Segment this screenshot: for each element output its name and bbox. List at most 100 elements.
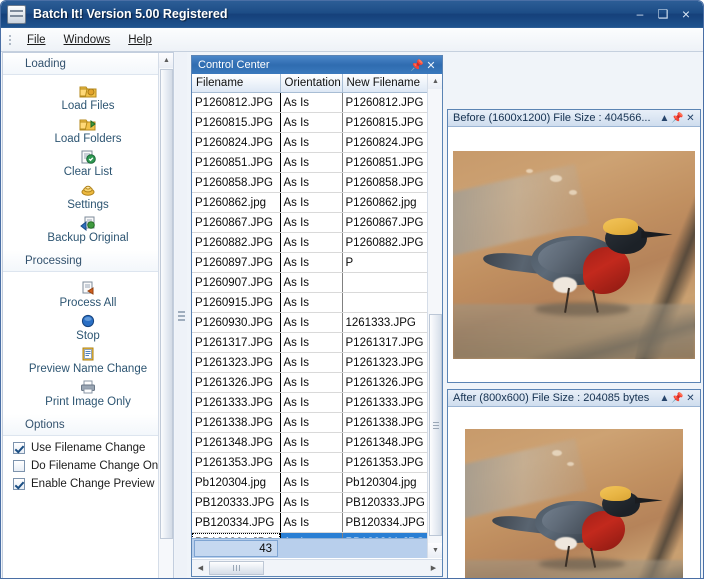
table-row[interactable]: P1261353.JPG As Is P1261353.JPG <box>192 452 428 473</box>
file-list-horizontal-scrollbar[interactable]: ◀ ▶ <box>192 559 442 576</box>
chevron-up-icon[interactable]: ▲ <box>658 113 671 124</box>
cell-new-filename[interactable]: P <box>342 252 428 273</box>
cell-orientation[interactable]: As Is <box>280 252 343 273</box>
cell-orientation[interactable]: As Is <box>280 312 343 333</box>
cell-orientation[interactable]: As Is <box>280 272 343 293</box>
menu-item-help[interactable]: Help <box>119 31 161 49</box>
file-list-vertical-scrollbar[interactable]: ▲ ▼ <box>427 74 442 558</box>
cell-orientation[interactable]: As Is <box>280 432 343 453</box>
cell-new-filename[interactable]: P1261348.JPG <box>342 432 428 453</box>
table-row[interactable]: PB120334.JPG As Is PB120334.JPG <box>192 512 428 533</box>
table-row[interactable]: P1260897.JPG As Is P <box>192 252 428 273</box>
file-list-scroll-area[interactable]: Filename Orientation New Filename P12608… <box>192 74 442 558</box>
close-icon[interactable]: ✕ <box>684 393 697 404</box>
cell-new-filename[interactable]: PB120334.JPG <box>342 512 428 533</box>
cell-orientation[interactable]: As Is <box>280 192 343 213</box>
sidebar-item-print-image-only[interactable]: Print Image Only <box>3 377 173 410</box>
cell-new-filename[interactable]: P1261323.JPG <box>342 352 428 373</box>
cell-filename[interactable]: P1261323.JPG <box>192 352 281 373</box>
cell-new-filename[interactable] <box>342 292 428 313</box>
cell-new-filename[interactable]: P1261333.JPG <box>342 392 428 413</box>
option-do-filename-change-only[interactable]: Do Filename Change Only <box>3 457 173 475</box>
cell-new-filename[interactable]: P1260812.JPG <box>342 92 428 113</box>
cell-new-filename[interactable]: P1261317.JPG <box>342 332 428 353</box>
cell-orientation[interactable]: As Is <box>280 212 343 233</box>
scroll-left-arrow-icon[interactable]: ◀ <box>193 561 208 575</box>
column-header-filename[interactable]: Filename <box>192 74 281 93</box>
cell-orientation[interactable]: As Is <box>280 412 343 433</box>
cell-orientation[interactable]: As Is <box>280 132 343 153</box>
table-row[interactable]: P1260907.JPG As Is <box>192 272 428 293</box>
cell-filename[interactable]: P1260812.JPG <box>192 92 281 113</box>
table-row[interactable]: P1260862.jpg As Is P1260862.jpg <box>192 192 428 213</box>
table-row[interactable]: P1260815.JPG As Is P1260815.JPG <box>192 112 428 133</box>
sidebar-item-backup-original[interactable]: Backup Original <box>3 213 173 246</box>
cell-new-filename[interactable]: P1260858.JPG <box>342 172 428 193</box>
maximize-button[interactable]: ❑ <box>652 6 674 23</box>
cell-filename[interactable]: P1261348.JPG <box>192 432 281 453</box>
cell-orientation[interactable]: As Is <box>280 492 343 513</box>
cell-orientation[interactable]: As Is <box>280 332 343 353</box>
table-row[interactable]: P1260867.JPG As Is P1260867.JPG <box>192 212 428 233</box>
close-icon[interactable]: ✕ <box>684 113 697 124</box>
table-row[interactable]: P1261326.JPG As Is P1261326.JPG <box>192 372 428 393</box>
checkbox-icon[interactable] <box>13 460 25 472</box>
cell-orientation[interactable]: As Is <box>280 512 343 533</box>
cell-new-filename[interactable]: P1261338.JPG <box>342 412 428 433</box>
cell-new-filename[interactable]: P1260862.jpg <box>342 192 428 213</box>
cell-filename[interactable]: P1260915.JPG <box>192 292 281 313</box>
pin-icon[interactable]: 📌 <box>410 59 424 72</box>
column-header-orientation[interactable]: Orientation <box>280 74 343 93</box>
column-header-new-filename[interactable]: New Filename <box>342 74 429 93</box>
scroll-up-arrow-icon[interactable]: ▲ <box>428 74 442 89</box>
sidebar-item-clear-list[interactable]: Clear List <box>3 147 173 180</box>
sidebar-scrollbar[interactable]: ▲ <box>158 53 173 578</box>
pin-icon[interactable]: 📌 <box>671 113 684 124</box>
table-row[interactable]: P1260915.JPG As Is <box>192 292 428 313</box>
table-row[interactable]: P1260930.JPG As Is 1261333.JPG <box>192 312 428 333</box>
option-enable-change-preview[interactable]: Enable Change Preview <box>3 475 173 493</box>
file-count-value[interactable]: 43 <box>194 540 278 557</box>
cell-orientation[interactable]: As Is <box>280 352 343 373</box>
cell-new-filename[interactable]: P1261326.JPG <box>342 372 428 393</box>
cell-filename[interactable]: PB120333.JPG <box>192 492 281 513</box>
cell-new-filename[interactable]: 1261333.JPG <box>342 312 428 333</box>
cell-filename[interactable]: P1260930.JPG <box>192 312 281 333</box>
cell-orientation[interactable]: As Is <box>280 292 343 313</box>
cell-filename[interactable]: P1260867.JPG <box>192 212 281 233</box>
cell-orientation[interactable]: As Is <box>280 112 343 133</box>
cell-new-filename[interactable]: P1261353.JPG <box>342 452 428 473</box>
cell-orientation[interactable]: As Is <box>280 392 343 413</box>
cell-filename[interactable]: P1260862.jpg <box>192 192 281 213</box>
sidebar-section-header-options[interactable]: Options ^ <box>3 414 173 436</box>
table-row[interactable]: P1261338.JPG As Is P1261338.JPG <box>192 412 428 433</box>
cell-new-filename[interactable]: P1260815.JPG <box>342 112 428 133</box>
sidebar-scroll-thumb[interactable] <box>160 69 173 539</box>
table-row[interactable]: P1260851.JPG As Is P1260851.JPG <box>192 152 428 173</box>
sidebar-item-load-files[interactable]: Load Files <box>3 81 173 114</box>
cell-orientation[interactable]: As Is <box>280 452 343 473</box>
cell-filename[interactable]: P1261326.JPG <box>192 372 281 393</box>
cell-orientation[interactable]: As Is <box>280 472 343 493</box>
pin-icon[interactable]: 📌 <box>671 393 684 404</box>
sidebar-splitter[interactable] <box>175 52 187 578</box>
cell-filename[interactable]: Pb120304.jpg <box>192 472 281 493</box>
menu-item-windows[interactable]: Windows <box>55 31 120 49</box>
cell-new-filename[interactable]: P1260882.JPG <box>342 232 428 253</box>
sidebar-item-stop[interactable]: Stop <box>3 311 173 344</box>
cell-new-filename[interactable] <box>342 272 428 293</box>
cell-new-filename[interactable]: P1260851.JPG <box>342 152 428 173</box>
sidebar-item-load-folders[interactable]: Load Folders <box>3 114 173 147</box>
table-row[interactable]: P1260858.JPG As Is P1260858.JPG <box>192 172 428 193</box>
sidebar-item-settings[interactable]: Settings <box>3 180 173 213</box>
cell-filename[interactable]: P1260824.JPG <box>192 132 281 153</box>
cell-filename[interactable]: P1260851.JPG <box>192 152 281 173</box>
cell-filename[interactable]: P1260897.JPG <box>192 252 281 273</box>
scroll-right-arrow-icon[interactable]: ▶ <box>426 561 441 575</box>
cell-filename[interactable]: P1261353.JPG <box>192 452 281 473</box>
table-row[interactable]: P1260824.JPG As Is P1260824.JPG <box>192 132 428 153</box>
cell-orientation[interactable]: As Is <box>280 152 343 173</box>
sidebar-item-preview-name-change[interactable]: Preview Name Change <box>3 344 173 377</box>
cell-filename[interactable]: PB120334.JPG <box>192 512 281 533</box>
cell-filename[interactable]: P1260907.JPG <box>192 272 281 293</box>
